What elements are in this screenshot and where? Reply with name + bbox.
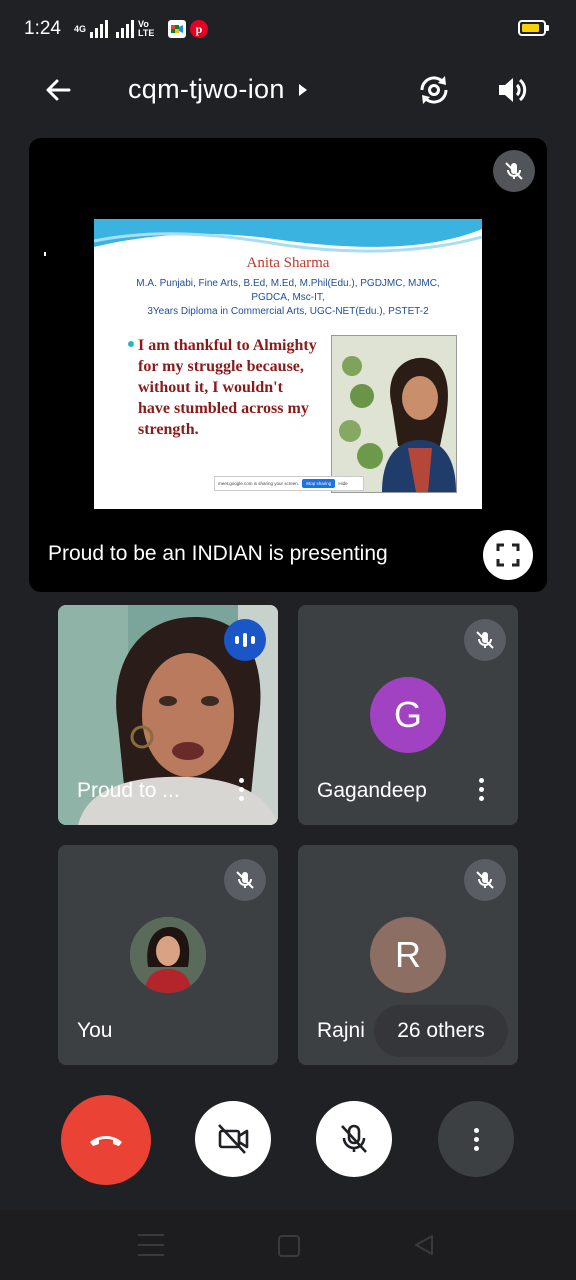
switch-camera-button[interactable] (412, 68, 456, 112)
participant-tile-you[interactable]: You (58, 845, 278, 1065)
chevron-right-icon (298, 83, 307, 96)
avatar: G (370, 677, 446, 753)
participant-name: You (77, 1019, 113, 1042)
participant-options-button[interactable] (466, 771, 496, 807)
mic-off-badge (224, 859, 266, 901)
speaking-indicator-icon (224, 619, 266, 661)
qualifications-line-3: 3Years Diploma in Commercial Arts, UGC-N… (147, 306, 429, 317)
participant-name: Rajni (317, 1019, 365, 1042)
more-options-button[interactable] (438, 1101, 514, 1177)
slide-qualifications: M.A. Punjabi, Fine Arts, B.Ed, M.Ed, M.P… (100, 277, 476, 319)
arrow-left-icon (46, 79, 71, 101)
triangle-back-icon (415, 1235, 433, 1255)
participant-tile-presenter[interactable]: Proud to ... (58, 605, 278, 825)
recent-apps-button[interactable] (138, 1234, 164, 1256)
mic-off-icon (236, 871, 254, 889)
more-vert-icon (473, 1127, 479, 1151)
avatar (130, 917, 206, 993)
qualifications-line-2: PGDCA, Msc-IT, (251, 292, 325, 303)
avatar-initial: G (393, 694, 422, 735)
mic-off-badge (464, 619, 506, 661)
back-button[interactable] (36, 68, 80, 112)
participant-tile-gagandeep[interactable]: G Gagandeep (298, 605, 518, 825)
mic-off-icon (476, 871, 494, 889)
presentation-mic-off-badge (493, 150, 535, 192)
share-notice-text: meet.google.com is sharing your screen. (218, 481, 300, 486)
phone-hangup-icon (90, 1136, 122, 1146)
fullscreen-icon (496, 543, 520, 567)
participant-name: Gagandeep (317, 779, 427, 802)
end-call-button[interactable] (61, 1095, 151, 1185)
slide-bullet (128, 341, 134, 347)
switch-camera-icon (420, 76, 448, 104)
pinterest-notification-icon: p (190, 20, 209, 38)
microphone-toggle-button[interactable] (316, 1101, 392, 1177)
hide-button: Hide (338, 481, 348, 486)
status-time: 1:24 (24, 18, 61, 39)
slide-name: Anita Sharma (246, 255, 330, 271)
fullscreen-button[interactable] (483, 530, 533, 580)
mic-off-icon (341, 1124, 367, 1153)
meeting-info-button[interactable]: cqm-tjwo-ion (128, 74, 309, 105)
mic-off-icon (476, 631, 494, 649)
qualifications-line-1: M.A. Punjabi, Fine Arts, B.Ed, M.Ed, M.P… (136, 278, 440, 289)
mic-off-badge (464, 859, 506, 901)
slide-portrait-photo (331, 335, 457, 493)
avatar: R (370, 917, 446, 993)
audio-output-button[interactable] (490, 68, 534, 112)
participant-name: Proud to ... (77, 779, 180, 802)
video-off-icon (218, 1124, 249, 1154)
status-icons: 4G Vo LTE p (74, 18, 209, 40)
presenter-label: Proud to be an INDIAN is presenting (48, 542, 388, 565)
status-bar: 1:24 4G Vo LTE p (0, 0, 576, 58)
volume-icon (499, 78, 527, 102)
camera-toggle-button[interactable] (195, 1101, 271, 1177)
others-count-button[interactable]: 26 others (374, 1005, 508, 1057)
nav-back-button[interactable] (412, 1233, 436, 1262)
signal-strength-icon (90, 20, 109, 38)
mic-off-icon (505, 162, 523, 180)
network-type-label: 4G (74, 23, 87, 34)
screen-share-notice: meet.google.com is sharing your screen. … (214, 476, 364, 491)
stop-sharing-button: Stop sharing (302, 479, 336, 488)
system-navigation-bar (0, 1210, 576, 1280)
battery-icon (518, 20, 549, 36)
shared-slide: Anita Sharma M.A. Punjabi, Fine Arts, B.… (94, 219, 482, 509)
meeting-code: cqm-tjwo-ion (128, 74, 285, 104)
cursor-pointer (44, 252, 46, 256)
participant-options-button[interactable] (226, 771, 256, 807)
volte-label: Vo LTE (138, 19, 155, 38)
presentation-tile[interactable]: Anita Sharma M.A. Punjabi, Fine Arts, B.… (29, 138, 547, 592)
slide-quote: I am thankful to Almighty for my struggl… (138, 337, 317, 438)
google-meet-notification-icon (168, 20, 187, 38)
signal-strength-2-icon (116, 20, 135, 38)
avatar-initial: R (395, 934, 421, 975)
home-button[interactable] (278, 1235, 300, 1257)
